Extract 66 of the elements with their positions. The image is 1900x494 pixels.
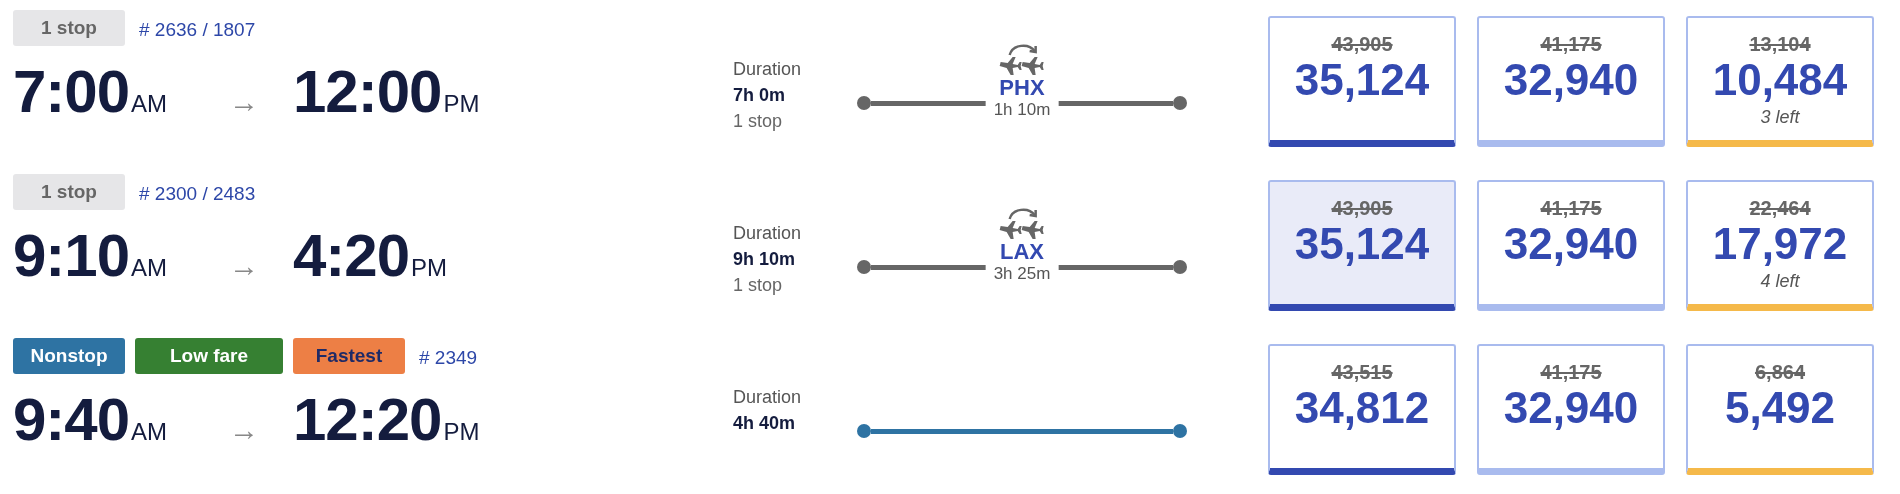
- original-price: 13,104: [1749, 32, 1811, 56]
- fare-card[interactable]: 41,175 32,940: [1477, 180, 1665, 311]
- time: 7:00: [13, 62, 130, 122]
- time: 9:40: [13, 390, 130, 450]
- time-period: AM: [131, 256, 168, 280]
- flight-badge: Nonstop: [13, 338, 125, 374]
- layover-duration: 1h 10m: [993, 100, 1051, 120]
- fare-price: 5,492: [1724, 384, 1836, 432]
- seats-left: 3 left: [1760, 106, 1800, 128]
- connecting-planes-icon: [999, 206, 1045, 240]
- duration-value: 4h 40m: [733, 412, 797, 435]
- fare-card[interactable]: 43,905 35,124: [1268, 180, 1456, 311]
- flight-badge: Fastest: [293, 338, 405, 374]
- stop-airport-code: PHX: [999, 76, 1045, 100]
- fare-price: 32,940: [1503, 220, 1639, 268]
- arrow-icon: →: [229, 243, 293, 288]
- fare-card[interactable]: 13,104 10,484 3 left: [1686, 16, 1874, 147]
- time: 12:20: [293, 390, 442, 450]
- stops-count: 1 stop: [733, 110, 784, 133]
- time-period: AM: [131, 420, 168, 444]
- time-period: PM: [443, 420, 480, 444]
- seats-left: 4 left: [1760, 270, 1800, 292]
- fare-price: 32,940: [1503, 56, 1639, 104]
- original-price: 22,464: [1749, 196, 1811, 220]
- duration-label: Duration: [733, 58, 803, 81]
- time-period: PM: [411, 256, 448, 280]
- fare-price: 17,972: [1712, 220, 1848, 268]
- original-price: 41,175: [1540, 196, 1602, 220]
- fare-price: 35,124: [1294, 56, 1430, 104]
- arrow-icon: →: [229, 79, 293, 124]
- time: 4:20: [293, 226, 410, 286]
- flight-number[interactable]: # 2300 / 2483: [139, 179, 256, 209]
- duration-label: Duration: [733, 386, 803, 409]
- fare-card[interactable]: 22,464 17,972 4 left: [1686, 180, 1874, 311]
- time-period: AM: [131, 92, 168, 116]
- layover-duration: 3h 25m: [993, 264, 1051, 284]
- flight-number[interactable]: # 2349: [419, 343, 478, 373]
- time: 9:10: [13, 226, 130, 286]
- duration-value: 9h 10m: [733, 248, 797, 271]
- fare-card[interactable]: 41,175 32,940: [1477, 16, 1665, 147]
- duration-label: Duration: [733, 222, 803, 245]
- fare-card[interactable]: 41,175 32,940: [1477, 344, 1665, 475]
- original-price: 41,175: [1540, 32, 1602, 56]
- original-price: 43,905: [1331, 32, 1393, 56]
- time-period: PM: [443, 92, 480, 116]
- fare-price: 34,812: [1294, 384, 1430, 432]
- time: 12:00: [293, 62, 442, 122]
- fare-card[interactable]: 43,515 34,812: [1268, 344, 1456, 475]
- original-price: 6,864: [1754, 360, 1806, 384]
- fare-card[interactable]: 43,905 35,124: [1268, 16, 1456, 147]
- flight-badge: Low fare: [135, 338, 283, 374]
- fare-price: 35,124: [1294, 220, 1430, 268]
- arrow-icon: →: [229, 407, 293, 452]
- flight-number[interactable]: # 2636 / 1807: [139, 15, 256, 45]
- fare-card[interactable]: 6,864 5,492: [1686, 344, 1874, 475]
- flight-badge: 1 stop: [13, 174, 125, 210]
- flight-badge: 1 stop: [13, 10, 125, 46]
- fare-price: 10,484: [1712, 56, 1848, 104]
- stops-count: 1 stop: [733, 274, 784, 297]
- stop-airport-code: LAX: [1000, 240, 1044, 264]
- original-price: 41,175: [1540, 360, 1602, 384]
- fare-price: 32,940: [1503, 384, 1639, 432]
- connecting-planes-icon: [999, 42, 1045, 76]
- duration-value: 7h 0m: [733, 84, 787, 107]
- original-price: 43,515: [1331, 360, 1393, 384]
- original-price: 43,905: [1331, 196, 1393, 220]
